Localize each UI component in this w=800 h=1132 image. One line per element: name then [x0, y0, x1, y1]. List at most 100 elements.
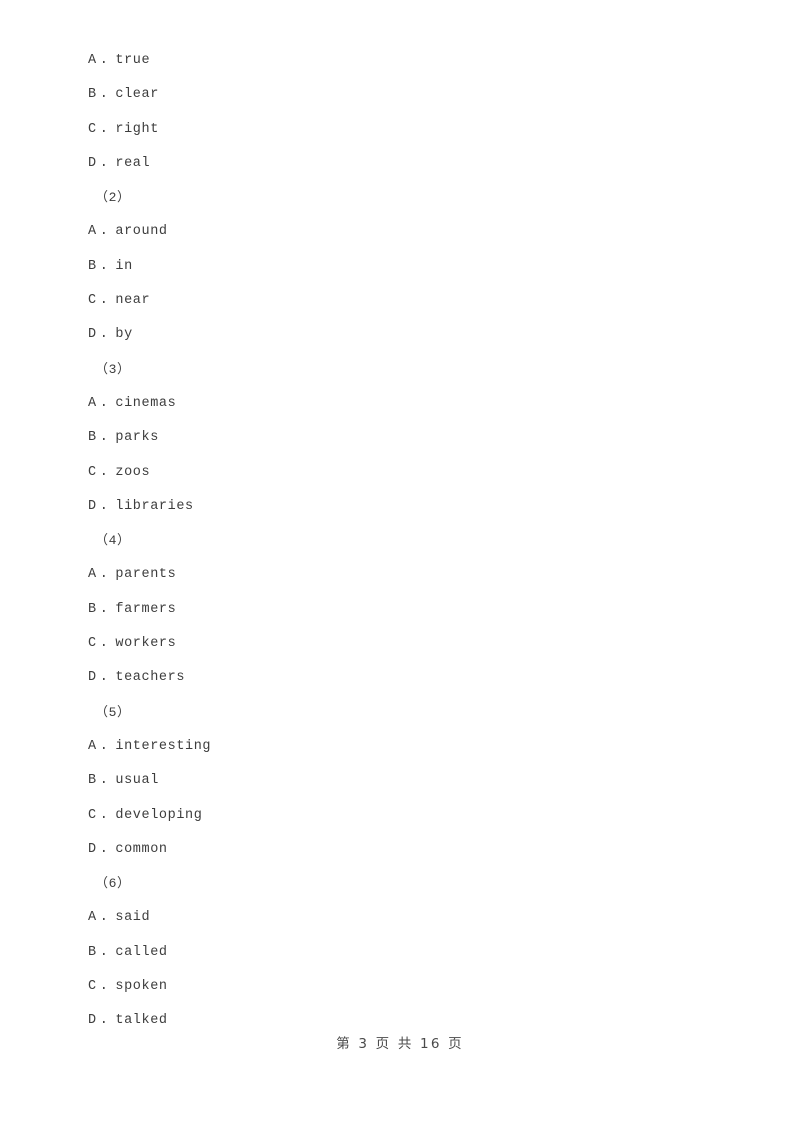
answer-option: A. parents [88, 558, 708, 592]
answer-option: A. interesting [88, 730, 708, 764]
answer-option: B. usual [88, 764, 708, 798]
answer-option: C. right [88, 113, 708, 147]
page-footer: 第 3 页 共 16 页 [336, 1036, 464, 1052]
option-text: farmers [115, 601, 177, 617]
answer-option: C. spoken [88, 970, 708, 1004]
option-separator: . [99, 87, 109, 103]
option-separator: . [99, 327, 109, 343]
answer-option: D. real [88, 147, 708, 181]
option-letter: D [88, 670, 97, 686]
answer-option: B. farmers [88, 593, 708, 627]
option-separator: . [99, 738, 109, 754]
option-text: common [115, 841, 168, 857]
option-letter: B [88, 944, 97, 960]
option-separator: . [99, 670, 109, 686]
answer-option: B. parks [88, 421, 708, 455]
option-letter: A [88, 910, 97, 926]
option-text: interesting [115, 738, 212, 754]
option-text: true [115, 53, 151, 68]
option-separator: . [99, 121, 109, 137]
option-separator: . [99, 841, 109, 857]
option-letter: D [88, 327, 97, 343]
question-number: （6） [95, 876, 131, 892]
option-text: parents [115, 567, 177, 583]
option-text: right [115, 121, 159, 137]
option-text: parks [115, 430, 159, 446]
option-separator: . [99, 464, 109, 480]
option-separator: . [99, 979, 109, 995]
answer-option: A. true [88, 44, 708, 78]
option-separator: . [99, 773, 109, 789]
option-text: cinemas [115, 395, 177, 411]
answer-option: C. workers [88, 627, 708, 661]
question-number: （4） [95, 533, 131, 549]
option-separator: . [99, 155, 109, 171]
option-letter: B [88, 258, 97, 274]
option-separator: . [99, 601, 109, 617]
answer-option: C. near [88, 284, 708, 318]
option-letter: B [88, 430, 97, 446]
option-text: real [115, 155, 151, 171]
answer-option: A. said [88, 901, 708, 935]
option-letter: C [88, 979, 97, 995]
option-letter: C [88, 293, 97, 309]
answer-option: C. developing [88, 799, 708, 833]
option-letter: A [88, 224, 97, 240]
option-text: near [115, 293, 151, 309]
answer-option: D. teachers [88, 661, 708, 695]
option-separator: . [99, 807, 109, 823]
document-page: A. true B. clear C. right D. real （2） A. around B. i… [0, 0, 800, 1132]
option-letter: A [88, 567, 97, 583]
answer-option: C. zoos [88, 456, 708, 490]
option-separator: . [99, 910, 109, 926]
option-separator: . [99, 293, 109, 309]
option-letter: B [88, 87, 97, 103]
option-text: developing [115, 807, 203, 823]
option-separator: . [99, 430, 109, 446]
option-letter: C [88, 636, 97, 652]
option-text: workers [115, 636, 177, 652]
option-letter: D [88, 498, 97, 514]
option-text: in [115, 258, 133, 274]
option-letter: C [88, 121, 97, 137]
option-text: clear [115, 87, 159, 103]
option-text: by [115, 327, 133, 343]
option-text: said [115, 910, 151, 926]
question-number: （5） [95, 704, 131, 720]
option-letter: A [88, 53, 97, 68]
option-letter: A [88, 395, 97, 411]
option-text: called [115, 944, 168, 960]
answer-option: A. around [88, 215, 708, 249]
option-separator: . [99, 224, 109, 240]
option-text: zoos [115, 464, 151, 480]
option-separator: . [99, 567, 109, 583]
option-separator: . [99, 498, 109, 514]
option-separator: . [99, 258, 109, 274]
question-number: （3） [95, 361, 131, 377]
option-text: libraries [115, 498, 194, 514]
answer-option: A. cinemas [88, 387, 708, 421]
answer-option: B. called [88, 936, 708, 970]
option-letter: D [88, 841, 97, 857]
option-text: teachers [115, 670, 186, 686]
option-letter: C [88, 464, 97, 480]
option-text: usual [115, 773, 159, 789]
answer-option: D. common [88, 833, 708, 867]
option-text: spoken [115, 979, 168, 995]
option-text: around [115, 224, 168, 240]
option-letter: D [88, 155, 97, 171]
option-letter: B [88, 773, 97, 789]
answer-option: B. in [88, 250, 708, 284]
answer-option: B. clear [88, 78, 708, 112]
question-number: （2） [95, 190, 131, 206]
answer-option: D. by [88, 318, 708, 352]
option-letter: A [88, 738, 97, 754]
answer-option: D. libraries [88, 490, 708, 524]
option-letter: B [88, 601, 97, 617]
option-separator: . [99, 944, 109, 960]
option-letter: C [88, 807, 97, 823]
question-options-list: A. true B. clear C. right D. real （2） A. around B. i… [88, 44, 708, 1039]
option-separator: . [99, 636, 109, 652]
option-separator: . [99, 53, 109, 68]
option-separator: . [99, 395, 109, 411]
